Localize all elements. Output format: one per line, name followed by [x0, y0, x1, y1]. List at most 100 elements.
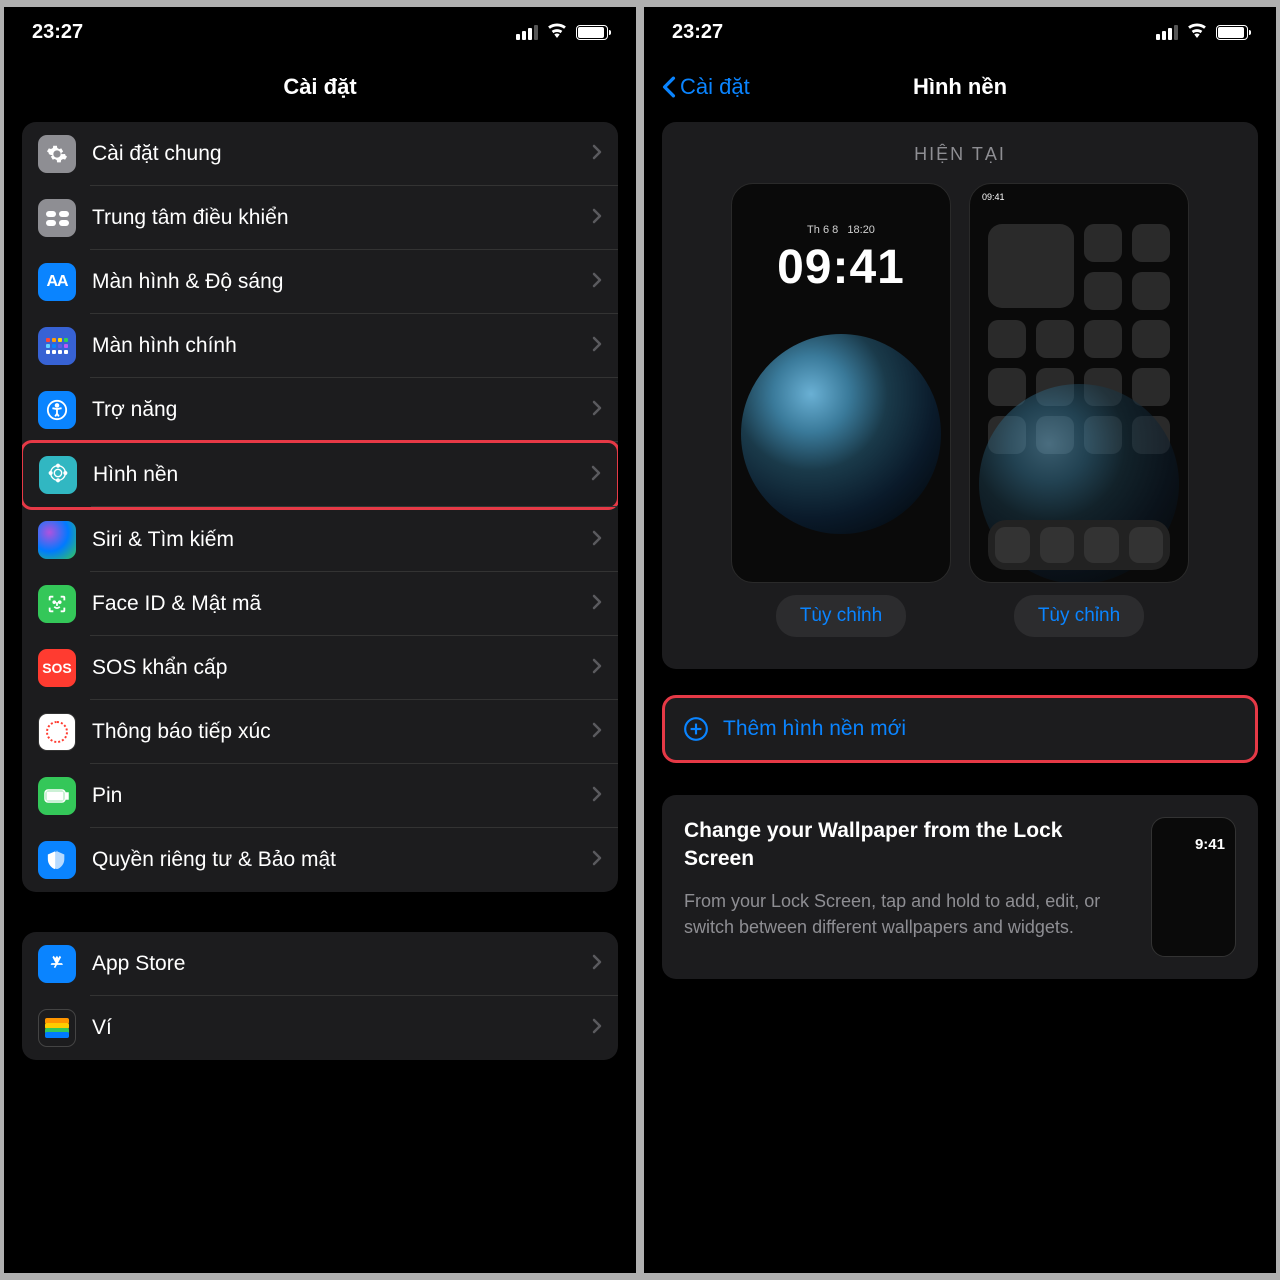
row-label: Trung tâm điều khiển	[92, 206, 592, 230]
home-dock	[988, 520, 1170, 570]
status-indicators	[516, 21, 608, 44]
tip-card: Change your Wallpaper from the Lock Scre…	[662, 795, 1258, 979]
add-wallpaper-label: Thêm hình nền mới	[723, 717, 906, 741]
home-time: 09:41	[982, 192, 1005, 202]
row-label: SOS khẩn cấp	[92, 656, 592, 680]
tip-description: From your Lock Screen, tap and hold to a…	[684, 888, 1131, 940]
page-title: Cài đặt	[283, 74, 356, 100]
row-label: Pin	[92, 784, 592, 808]
chevron-right-icon	[592, 850, 602, 871]
status-time: 23:27	[672, 21, 723, 44]
settings-row-general[interactable]: Cài đặt chung	[22, 122, 618, 186]
row-label: Màn hình & Độ sáng	[92, 270, 592, 294]
wallpaper-content: HIỆN TẠI Th 6 8 18:20 09:41 Tùy chỉnh 09…	[644, 122, 1276, 1273]
settings-row-privacy[interactable]: Quyền riêng tư & Bảo mật	[22, 828, 618, 892]
settings-row-wallpaper[interactable]: Hình nền	[22, 440, 618, 510]
chevron-right-icon	[592, 208, 602, 229]
control-icon	[38, 199, 76, 237]
chevron-right-icon	[592, 272, 602, 293]
row-label: Quyền riêng tư & Bảo mật	[92, 848, 592, 872]
home-preview: 09:41 Tùy chỉnh	[969, 183, 1189, 637]
sos-icon: SOS	[38, 649, 76, 687]
wifi-icon	[1186, 21, 1208, 44]
chevron-right-icon	[592, 786, 602, 807]
chevron-right-icon	[592, 1018, 602, 1039]
back-label: Cài đặt	[680, 74, 750, 100]
wifi-icon	[546, 21, 568, 44]
status-bar: 23:27	[4, 7, 636, 52]
row-label: Màn hình chính	[92, 334, 592, 358]
appstore-icon	[38, 945, 76, 983]
row-label: App Store	[92, 952, 592, 976]
chevron-right-icon	[592, 658, 602, 679]
settings-row-home[interactable]: Màn hình chính	[22, 314, 618, 378]
lock-time: 09:41	[732, 240, 950, 295]
privacy-icon	[38, 841, 76, 879]
chevron-right-icon	[592, 954, 602, 975]
nav-header: Cài đặt Hình nền	[644, 52, 1276, 122]
row-label: Face ID & Mật mã	[92, 592, 592, 616]
wallpaper-screen: 23:27 Cài đặt Hình nền HIỆN TẠI Th 6 8 1…	[644, 7, 1276, 1273]
settings-row-access[interactable]: Trợ năng	[22, 378, 618, 442]
chevron-right-icon	[592, 722, 602, 743]
row-label: Ví	[92, 1016, 592, 1040]
settings-row-appstore[interactable]: App Store	[22, 932, 618, 996]
settings-group-1: Cài đặt chung Trung tâm điều khiển AA Mà…	[22, 122, 618, 892]
lock-preview: Th 6 8 18:20 09:41 Tùy chỉnh	[731, 183, 951, 637]
home-icon	[38, 327, 76, 365]
chevron-right-icon	[592, 144, 602, 165]
settings-row-exposure[interactable]: Thông báo tiếp xúc	[22, 700, 618, 764]
display-icon: AA	[38, 263, 76, 301]
chevron-right-icon	[592, 530, 602, 551]
row-label: Cài đặt chung	[92, 142, 592, 166]
settings-row-faceid[interactable]: Face ID & Mật mã	[22, 572, 618, 636]
row-label: Thông báo tiếp xúc	[92, 720, 592, 744]
status-bar: 23:27	[644, 7, 1276, 52]
add-wallpaper-button[interactable]: Thêm hình nền mới	[662, 695, 1258, 763]
customize-home-button[interactable]: Tùy chỉnh	[1014, 595, 1144, 637]
chevron-right-icon	[592, 336, 602, 357]
battery-icon	[576, 25, 608, 40]
settings-list: Cài đặt chung Trung tâm điều khiển AA Mà…	[4, 122, 636, 1273]
faceid-icon	[38, 585, 76, 623]
chevron-right-icon	[591, 465, 601, 486]
exposure-icon	[38, 713, 76, 751]
row-label: Trợ năng	[92, 398, 592, 422]
back-button[interactable]: Cài đặt	[662, 74, 750, 100]
settings-row-sos[interactable]: SOS SOS khẩn cấp	[22, 636, 618, 700]
access-icon	[38, 391, 76, 429]
lock-date: Th 6 8 18:20	[732, 224, 950, 236]
tip-thumb-time: 9:41	[1195, 836, 1225, 853]
general-icon	[38, 135, 76, 173]
settings-row-siri[interactable]: Siri & Tìm kiếm	[22, 508, 618, 572]
status-indicators	[1156, 21, 1248, 44]
settings-row-battery[interactable]: Pin	[22, 764, 618, 828]
section-header: HIỆN TẠI	[678, 144, 1242, 165]
battery-icon	[38, 777, 76, 815]
status-time: 23:27	[32, 21, 83, 44]
earth-wallpaper	[741, 334, 941, 534]
settings-row-display[interactable]: AA Màn hình & Độ sáng	[22, 250, 618, 314]
siri-icon	[38, 521, 76, 559]
nav-header: Cài đặt	[4, 52, 636, 122]
page-title: Hình nền	[913, 74, 1007, 100]
customize-lock-button[interactable]: Tùy chỉnh	[776, 595, 906, 637]
home-screen-preview[interactable]: 09:41	[969, 183, 1189, 583]
chevron-right-icon	[592, 594, 602, 615]
settings-row-control[interactable]: Trung tâm điều khiển	[22, 186, 618, 250]
row-label: Siri & Tìm kiếm	[92, 528, 592, 552]
battery-icon	[1216, 25, 1248, 40]
cellular-icon	[1156, 25, 1178, 40]
settings-group-2: App Store Ví	[22, 932, 618, 1060]
current-wallpaper-section: HIỆN TẠI Th 6 8 18:20 09:41 Tùy chỉnh 09…	[662, 122, 1258, 669]
wallpaper-icon	[39, 456, 77, 494]
tip-title: Change your Wallpaper from the Lock Scre…	[684, 817, 1131, 874]
settings-row-wallet[interactable]: Ví	[22, 996, 618, 1060]
wallpaper-previews: Th 6 8 18:20 09:41 Tùy chỉnh 09:41	[678, 183, 1242, 637]
chevron-right-icon	[592, 400, 602, 421]
wallet-icon	[38, 1009, 76, 1047]
tip-thumbnail: 9:41	[1151, 817, 1236, 957]
lock-screen-preview[interactable]: Th 6 8 18:20 09:41	[731, 183, 951, 583]
row-label: Hình nền	[93, 463, 591, 487]
settings-screen: 23:27 Cài đặt Cài đặt chung Trung tâm đi…	[4, 7, 636, 1273]
